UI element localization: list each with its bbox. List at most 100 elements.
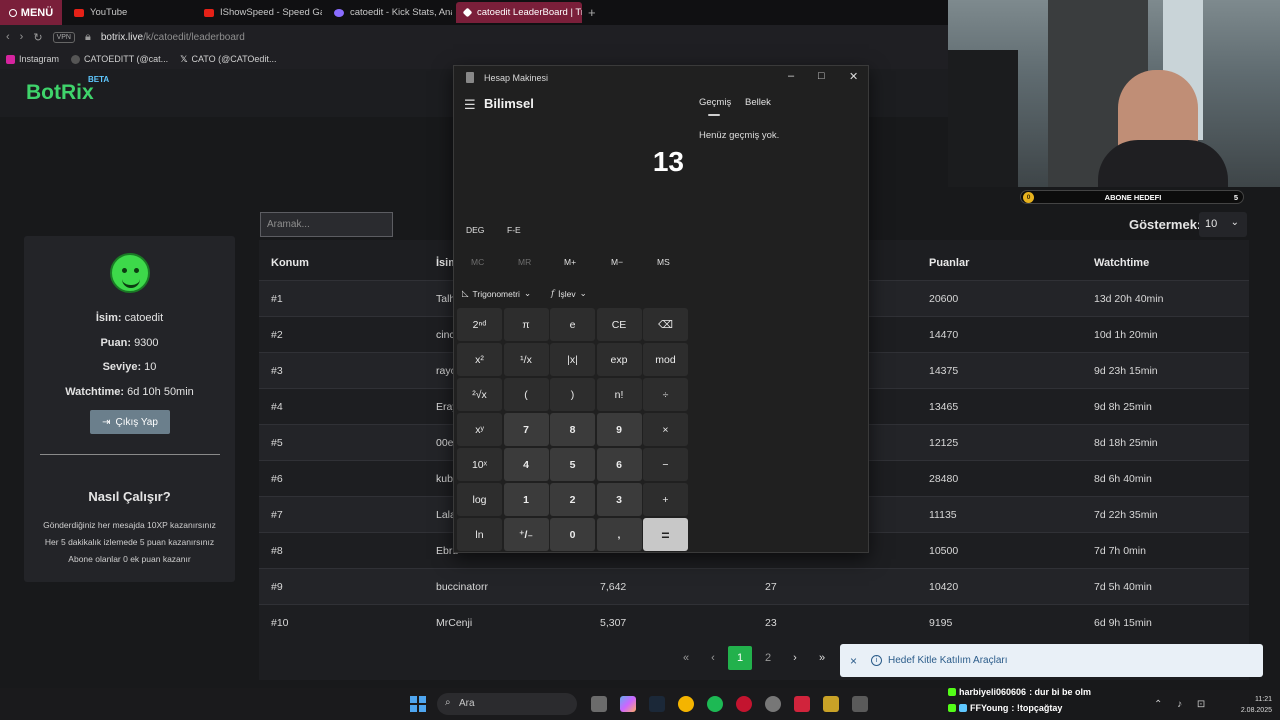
url-field[interactable]: botrix.live/k/catoedit/leaderboard (101, 32, 245, 43)
key-divide-button[interactable]: ÷ (643, 378, 688, 411)
show-count-select[interactable]: 10 ⌄ (1199, 212, 1247, 237)
key-digit-5-button[interactable]: 5 (550, 448, 595, 481)
tab-history[interactable]: Geçmiş (699, 97, 731, 108)
header-rank[interactable]: Konum (271, 257, 309, 269)
copilot-icon[interactable] (620, 696, 636, 712)
key-digit-6-button[interactable]: 6 (596, 448, 642, 481)
tab-youtube[interactable]: YouTube (66, 2, 192, 23)
bookmark-cato-x[interactable]: 𝕏 CATO (@CATOedit... (180, 54, 276, 65)
fe-button[interactable]: F-E (507, 225, 521, 235)
tab-leaderboard[interactable]: catoedit LeaderBoard | Tr (456, 2, 582, 23)
key-decimal-button[interactable]: , (596, 518, 642, 551)
windows-start-icon[interactable] (410, 696, 426, 712)
page-2-button[interactable]: 2 (756, 646, 780, 670)
calculator-mode-title: Bilimsel (484, 96, 534, 111)
function-dropdown[interactable]: f İşlev ⌄ (551, 288, 587, 299)
key-negate-button[interactable]: ⁺/₋ (503, 518, 549, 551)
key-pi-button[interactable]: π (503, 308, 549, 341)
key-euler-button[interactable]: e (550, 308, 595, 341)
page-1-button[interactable]: 1 (728, 646, 752, 670)
spotify-icon[interactable] (707, 696, 723, 712)
tab-memory[interactable]: Bellek (745, 97, 771, 108)
page-first-button[interactable]: « (674, 646, 698, 670)
key-digit-3-button[interactable]: 3 (596, 483, 642, 516)
logout-button[interactable]: ⇥ Çıkış Yap (90, 410, 170, 434)
key-reciprocal-button[interactable]: ¹/x (503, 343, 549, 376)
memory-clear-button[interactable]: MC (471, 257, 484, 267)
tray-icons[interactable]: ⌃ ♪ ⊡ (1154, 699, 1211, 710)
key-digit-4-button[interactable]: 4 (503, 448, 549, 481)
memory-subtract-button[interactable]: M− (611, 257, 623, 267)
key-digit-8-button[interactable]: 8 (550, 413, 595, 446)
key-add-button[interactable]: + (643, 483, 688, 516)
toast-message[interactable]: Hedef Kitle Katılım Araçları (888, 655, 1008, 666)
key-open-paren-button[interactable]: ( (503, 378, 549, 411)
hamburger-menu-icon[interactable]: ☰ (464, 97, 476, 113)
cell-c3: 5,307 (600, 617, 627, 629)
calculator-taskbar-icon[interactable] (852, 696, 868, 712)
botrix-logo[interactable]: BotRix BETA (26, 75, 109, 105)
key-log-button[interactable]: log (457, 483, 502, 516)
key-square-root-button[interactable]: ²√x (457, 378, 502, 411)
page-prev-button[interactable]: ‹ (701, 646, 725, 670)
browser-menu-button[interactable]: MENÜ (0, 0, 62, 25)
key-power-button[interactable]: xʸ (457, 413, 502, 446)
key-exp-button[interactable]: exp (596, 343, 642, 376)
key-backspace-button[interactable]: ⌫ (643, 308, 688, 341)
key-close-paren-button[interactable]: ) (550, 378, 595, 411)
close-icon[interactable]: ✕ (849, 70, 858, 83)
key-square-button[interactable]: x² (457, 343, 502, 376)
file-explorer-icon[interactable] (591, 696, 607, 712)
key-ten-power-button[interactable]: 10ˣ (457, 448, 502, 481)
league-icon[interactable] (823, 696, 839, 712)
page-next-button[interactable]: › (783, 646, 807, 670)
taskbar-search[interactable]: ⌕ Ara (437, 693, 577, 715)
cell-rank: #1 (271, 293, 283, 305)
steam-icon[interactable] (649, 696, 665, 712)
key-ln-button[interactable]: ln (457, 518, 502, 551)
memory-recall-button[interactable]: MR (518, 257, 531, 267)
tab-ishowspeed[interactable]: IShowSpeed - Speed Ga (196, 2, 322, 23)
header-points[interactable]: Puanlar (929, 257, 969, 269)
close-icon[interactable]: × (850, 654, 857, 668)
minimize-icon[interactable]: – (788, 70, 794, 82)
back-icon[interactable]: ‹ (6, 31, 10, 43)
memory-add-button[interactable]: M+ (564, 257, 576, 267)
key-factorial-button[interactable]: n! (596, 378, 642, 411)
chrome-icon[interactable] (678, 696, 694, 712)
search-input[interactable]: Aramak... (260, 212, 393, 237)
address-bar: ‹ › ↻ VPN 🔒︎ botrix.live/k/catoedit/lead… (0, 25, 948, 49)
cell-name: MrCenji (436, 617, 473, 629)
angle-mode-button[interactable]: DEG (466, 225, 484, 235)
active-tab-indicator (708, 114, 720, 116)
key-absolute-button[interactable]: |x| (550, 343, 595, 376)
tab-kick-stats[interactable]: catoedit - Kick Stats, Ana (326, 2, 452, 23)
reload-icon[interactable]: ↻ (33, 31, 42, 44)
bookmark-instagram[interactable]: Instagram (6, 54, 59, 64)
new-tab-button[interactable]: + (588, 5, 596, 20)
webcam-hoodie (1098, 140, 1228, 187)
key-subtract-button[interactable]: − (643, 448, 688, 481)
clock[interactable]: 11:21 2.08.2025 (1241, 694, 1272, 716)
key-digit-9-button[interactable]: 9 (596, 413, 642, 446)
opera-icon[interactable] (736, 696, 752, 712)
key-multiply-button[interactable]: × (643, 413, 688, 446)
forward-icon[interactable]: › (20, 31, 24, 43)
page-last-button[interactable]: » (810, 646, 834, 670)
app-icon[interactable] (794, 696, 810, 712)
key-digit-0-button[interactable]: 0 (550, 518, 595, 551)
key-digit-2-button[interactable]: 2 (550, 483, 595, 516)
key-second-fn-button[interactable]: 2ⁿᵈ (457, 308, 502, 341)
maximize-icon[interactable]: □ (818, 70, 825, 82)
key-equals-button[interactable]: = (643, 518, 688, 551)
key-mod-button[interactable]: mod (643, 343, 688, 376)
memory-store-button[interactable]: MS (657, 257, 670, 267)
key-digit-1-button[interactable]: 1 (503, 483, 549, 516)
key-digit-7-button[interactable]: 7 (503, 413, 549, 446)
bookmark-catoeditt[interactable]: CATOEDITT (@cat... (71, 54, 168, 64)
obs-icon[interactable] (765, 696, 781, 712)
vpn-badge[interactable]: VPN (52, 31, 75, 43)
key-clear-entry-button[interactable]: CE (596, 308, 642, 341)
header-watchtime[interactable]: Watchtime (1094, 257, 1149, 269)
trigonometry-dropdown[interactable]: ◺ Trigonometri ⌄ (462, 288, 531, 299)
